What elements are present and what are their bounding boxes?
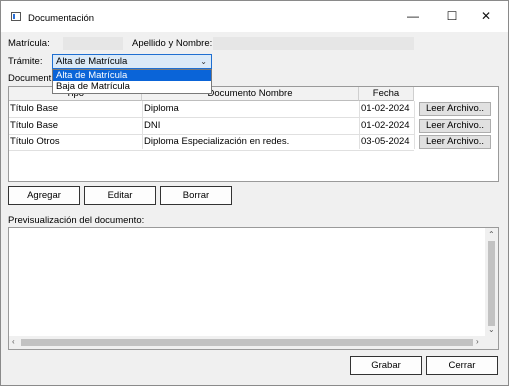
documents-grid: Tipo Documento Nombre Fecha Título Base … [8, 86, 499, 182]
agregar-button[interactable]: Agregar [8, 186, 80, 205]
tramite-select[interactable]: Alta de Matrícula ⌄ [52, 54, 212, 69]
app-icon [11, 12, 21, 21]
vertical-scrollbar[interactable]: ⌃ ⌄ [485, 228, 498, 336]
editar-button[interactable]: Editar [84, 186, 156, 205]
leer-archivo-button[interactable]: Leer Archivo.. [419, 119, 491, 133]
table-row[interactable]: Título Otros Diploma Especialización en … [9, 134, 498, 150]
cell-tipo: Título Otros [10, 136, 60, 147]
apellido-nombre-field[interactable] [213, 37, 414, 50]
cerrar-button[interactable]: Cerrar [426, 356, 498, 375]
apellido-nombre-label: Apellido y Nombre: [132, 38, 213, 49]
scroll-right-icon[interactable]: › [476, 337, 479, 347]
column-header-fecha[interactable]: Fecha [359, 87, 414, 101]
row-divider [9, 150, 414, 151]
table-row[interactable]: Título Base Diploma 01-02-2024 Leer Arch… [9, 101, 498, 117]
cell-documento-nombre: Diploma [144, 103, 179, 114]
matricula-label: Matrícula: [8, 38, 50, 49]
cell-fecha: 03-05-2024 [361, 136, 410, 147]
scroll-down-icon[interactable]: ⌄ [488, 325, 495, 335]
borrar-button[interactable]: Borrar [160, 186, 232, 205]
preview-textarea[interactable]: ⌃ ⌄ ‹ › [8, 227, 499, 350]
documentacion-window: Documentación — ☐ ✕ Matrícula: Apellido … [0, 0, 509, 386]
window-title: Documentación [28, 13, 95, 24]
minimize-icon[interactable]: — [394, 1, 432, 32]
tramite-option-baja[interactable]: Baja de Matrícula [53, 81, 211, 92]
cell-tipo: Título Base [10, 103, 59, 114]
cell-fecha: 01-02-2024 [361, 103, 410, 114]
scrollbar-corner [485, 336, 498, 349]
tramite-option-alta[interactable]: Alta de Matrícula [53, 70, 211, 81]
scroll-left-icon[interactable]: ‹ [12, 337, 15, 347]
maximize-icon[interactable]: ☐ [433, 1, 471, 32]
matricula-field[interactable] [63, 37, 123, 50]
leer-archivo-button[interactable]: Leer Archivo.. [419, 135, 491, 149]
cell-documento-nombre: Diploma Especialización en redes. [144, 136, 290, 147]
chevron-down-icon[interactable]: ⌄ [200, 55, 207, 68]
cell-tipo: Título Base [10, 120, 59, 131]
preview-label: Previsualización del documento: [8, 215, 145, 226]
vertical-scroll-thumb[interactable] [488, 241, 495, 326]
cell-fecha: 01-02-2024 [361, 120, 410, 131]
cell-documento-nombre: DNI [144, 120, 161, 131]
tramite-dropdown-list: Alta de Matrícula Baja de Matrícula [52, 69, 212, 94]
tramite-label: Trámite: [8, 56, 43, 67]
title-bar: Documentación — ☐ ✕ [1, 1, 508, 32]
scroll-up-icon[interactable]: ⌃ [488, 230, 495, 240]
grabar-button[interactable]: Grabar [350, 356, 422, 375]
table-row[interactable]: Título Base DNI 01-02-2024 Leer Archivo.… [9, 118, 498, 134]
leer-archivo-button[interactable]: Leer Archivo.. [419, 102, 491, 116]
horizontal-scroll-thumb[interactable] [21, 339, 473, 346]
documentos-label: Document [8, 73, 52, 84]
close-icon[interactable]: ✕ [467, 1, 505, 32]
horizontal-scrollbar[interactable]: ‹ › [9, 336, 485, 349]
tramite-selected-value: Alta de Matrícula [56, 56, 128, 67]
